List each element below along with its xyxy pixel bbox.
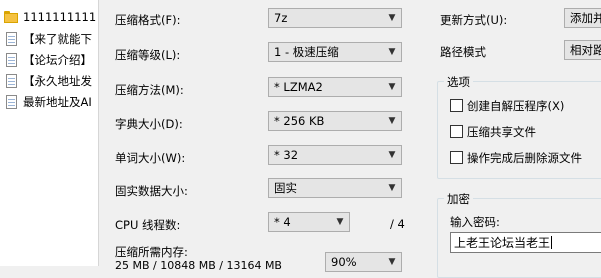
chevron-down-icon: ▼ <box>388 82 396 92</box>
cpu-threads-label: CPU 线程数: <box>115 218 181 232</box>
sfx-checkbox-label: 创建自解压程序(X) <box>467 99 565 113</box>
update-mode-select[interactable]: 添加并 <box>564 8 601 28</box>
solid-block-size-label: 固实数据大小: <box>115 184 188 198</box>
file-name: 【永久地址发 <box>23 74 92 88</box>
memory-percent-select[interactable]: 90% ▼ <box>325 252 402 272</box>
password-input[interactable]: 上老王论坛当老王 <box>450 232 601 253</box>
text-file-icon <box>3 73 19 89</box>
file-name: 1111111111 <box>23 10 97 24</box>
list-item[interactable]: 最新地址及AI <box>0 93 98 111</box>
memory-usage-label: 压缩所需内存: <box>115 245 188 259</box>
shared-files-checkbox-label: 压缩共享文件 <box>467 125 536 139</box>
password-label: 输入密码: <box>450 215 500 229</box>
path-mode-select[interactable]: 相对路 <box>564 40 601 60</box>
text-file-icon <box>3 94 19 110</box>
text-file-icon <box>3 31 19 47</box>
shared-files-checkbox[interactable] <box>450 125 463 138</box>
archive-format-select[interactable]: 7z ▼ <box>268 8 402 28</box>
file-name: 【论坛介绍】 <box>23 53 92 67</box>
dictionary-size-label: 字典大小(D): <box>115 117 183 131</box>
word-size-label: 单词大小(W): <box>115 151 186 165</box>
chevron-down-icon: ▼ <box>388 13 396 23</box>
cpu-threads-max: / 4 <box>390 217 405 231</box>
delete-source-checkbox-label: 操作完成后删除源文件 <box>467 151 582 165</box>
chevron-down-icon: ▼ <box>388 47 396 57</box>
list-item[interactable]: 1111111111 <box>0 8 98 26</box>
list-item[interactable]: 【来了就能下 <box>0 30 98 48</box>
list-item[interactable]: 【论坛介绍】 <box>0 51 98 69</box>
text-caret <box>551 236 553 249</box>
word-size-select[interactable]: * 32 ▼ <box>268 145 402 165</box>
compression-level-select[interactable]: 1 - 极速压缩 ▼ <box>268 42 402 62</box>
options-group-title: 选项 <box>444 74 473 90</box>
solid-block-size-select[interactable]: 固实 ▼ <box>268 178 402 198</box>
chevron-down-icon: ▼ <box>388 150 396 160</box>
compression-method-select[interactable]: * LZMA2 ▼ <box>268 77 402 97</box>
chevron-down-icon: ▼ <box>336 217 344 227</box>
compression-level-label: 压缩等级(L): <box>115 48 181 62</box>
folder-icon <box>3 9 19 25</box>
update-mode-label: 更新方式(U): <box>440 13 508 27</box>
file-list: 1111111111 【来了就能下 【论坛介绍】 【永久地址发 最新地址及AI <box>0 0 99 266</box>
sfx-checkbox[interactable] <box>450 99 463 112</box>
cpu-threads-select[interactable]: * 4 ▼ <box>268 212 350 232</box>
list-item[interactable]: 【永久地址发 <box>0 72 98 90</box>
text-file-icon <box>3 52 19 68</box>
chevron-down-icon: ▼ <box>388 183 396 193</box>
delete-source-checkbox[interactable] <box>450 151 463 164</box>
encryption-group-title: 加密 <box>444 191 473 207</box>
compression-dialog: 压缩格式(F): 7z ▼ 压缩等级(L): 1 - 极速压缩 ▼ 压缩方法(M… <box>99 0 601 278</box>
dictionary-size-select[interactable]: * 256 KB ▼ <box>268 111 402 131</box>
path-mode-label: 路径模式 <box>440 45 486 59</box>
archive-format-label: 压缩格式(F): <box>115 13 181 27</box>
chevron-down-icon: ▼ <box>388 116 396 126</box>
compression-method-label: 压缩方法(M): <box>115 83 184 97</box>
file-name: 最新地址及AI <box>23 95 92 109</box>
password-value: 上老王论坛当老王 <box>454 236 551 250</box>
file-name: 【来了就能下 <box>23 32 92 46</box>
